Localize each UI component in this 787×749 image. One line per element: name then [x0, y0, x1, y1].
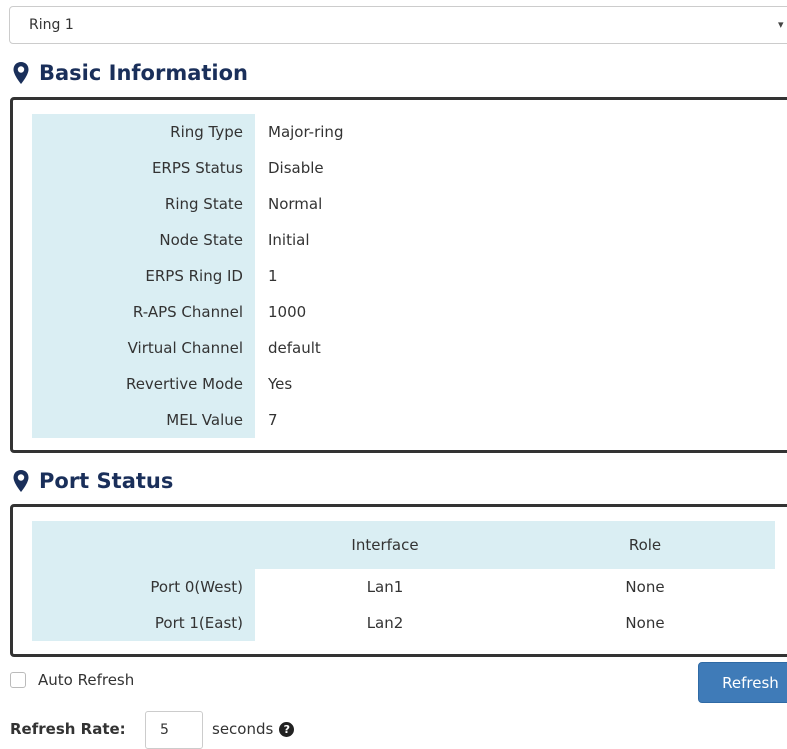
info-label: ERPS Ring ID [145, 267, 243, 285]
info-row-mel-value: MEL Value 7 [32, 402, 787, 438]
info-row-revertive-mode: Revertive Mode Yes [32, 366, 787, 402]
port-table-header: Interface Role [32, 521, 775, 569]
port-label: Port 0(West) [150, 578, 243, 596]
info-value: Yes [268, 375, 293, 393]
info-value: Major-ring [268, 123, 344, 141]
column-header-interface: Interface [351, 536, 419, 554]
refresh-rate-label: Refresh Rate: [10, 720, 126, 738]
refresh-rate-unit: seconds ? [212, 720, 295, 738]
column-header-role: Role [628, 536, 662, 554]
map-marker-icon [13, 62, 29, 84]
info-label: ERPS Status [151, 159, 243, 177]
ring-select-value: Ring 1 [29, 17, 74, 33]
info-label: R-APS Channel [132, 303, 243, 321]
info-row-virtual-channel: Virtual Channel default [32, 330, 787, 366]
info-row-erps-status: ERPS Status Disable [32, 150, 787, 186]
info-row-raps-channel: R-APS Channel 1000 [32, 294, 787, 330]
info-row-node-state: Node State Initial [32, 222, 787, 258]
info-row-ring-id: ERPS Ring ID 1 [32, 258, 787, 294]
table-row: Port 0(West) Lan1 None [32, 569, 775, 605]
port-status-title-text: Port Status [39, 469, 174, 493]
info-label: Ring Type [170, 123, 243, 141]
port-status-title: Port Status [12, 468, 173, 494]
info-value: Initial [268, 231, 310, 249]
info-label: Node State [159, 231, 243, 249]
ring-select[interactable]: Ring 1 ▾ [9, 6, 787, 44]
info-row-ring-type: Ring Type Major-ring [32, 114, 787, 150]
refresh-rate-input[interactable]: 5 [145, 711, 203, 749]
info-value: Normal [268, 195, 323, 213]
basic-info-title-text: Basic Information [39, 61, 248, 85]
refresh-rate-unit-text: seconds [212, 720, 274, 738]
basic-info-panel: Ring Type Major-ring ERPS Status Disable… [10, 97, 787, 453]
info-row-ring-state: Ring State Normal [32, 186, 787, 222]
basic-info-title: Basic Information [12, 60, 248, 86]
info-label: Ring State [164, 195, 243, 213]
info-value: 1 [268, 267, 278, 285]
role-cell: None [625, 614, 665, 632]
chevron-down-icon: ▾ [778, 18, 784, 31]
interface-cell: Lan2 [366, 614, 404, 632]
interface-cell: Lan1 [366, 578, 404, 596]
info-value: 1000 [268, 303, 307, 321]
role-cell: None [625, 578, 665, 596]
refresh-button[interactable]: Refresh [698, 662, 787, 703]
info-label: Virtual Channel [127, 339, 243, 357]
map-marker-icon [13, 470, 29, 492]
info-value: Disable [268, 159, 324, 177]
port-label: Port 1(East) [154, 614, 243, 632]
auto-refresh-label[interactable]: Auto Refresh [38, 671, 134, 689]
info-value: default [268, 339, 321, 357]
info-label: MEL Value [166, 411, 243, 429]
table-row: Port 1(East) Lan2 None [32, 605, 775, 641]
port-status-panel: Interface Role Port 0(West) Lan1 None Po… [10, 504, 787, 657]
info-label: Revertive Mode [125, 375, 243, 393]
auto-refresh: Auto Refresh [10, 671, 134, 689]
info-value: 7 [268, 411, 278, 429]
auto-refresh-checkbox[interactable] [10, 672, 26, 688]
help-icon[interactable]: ? [279, 721, 295, 737]
